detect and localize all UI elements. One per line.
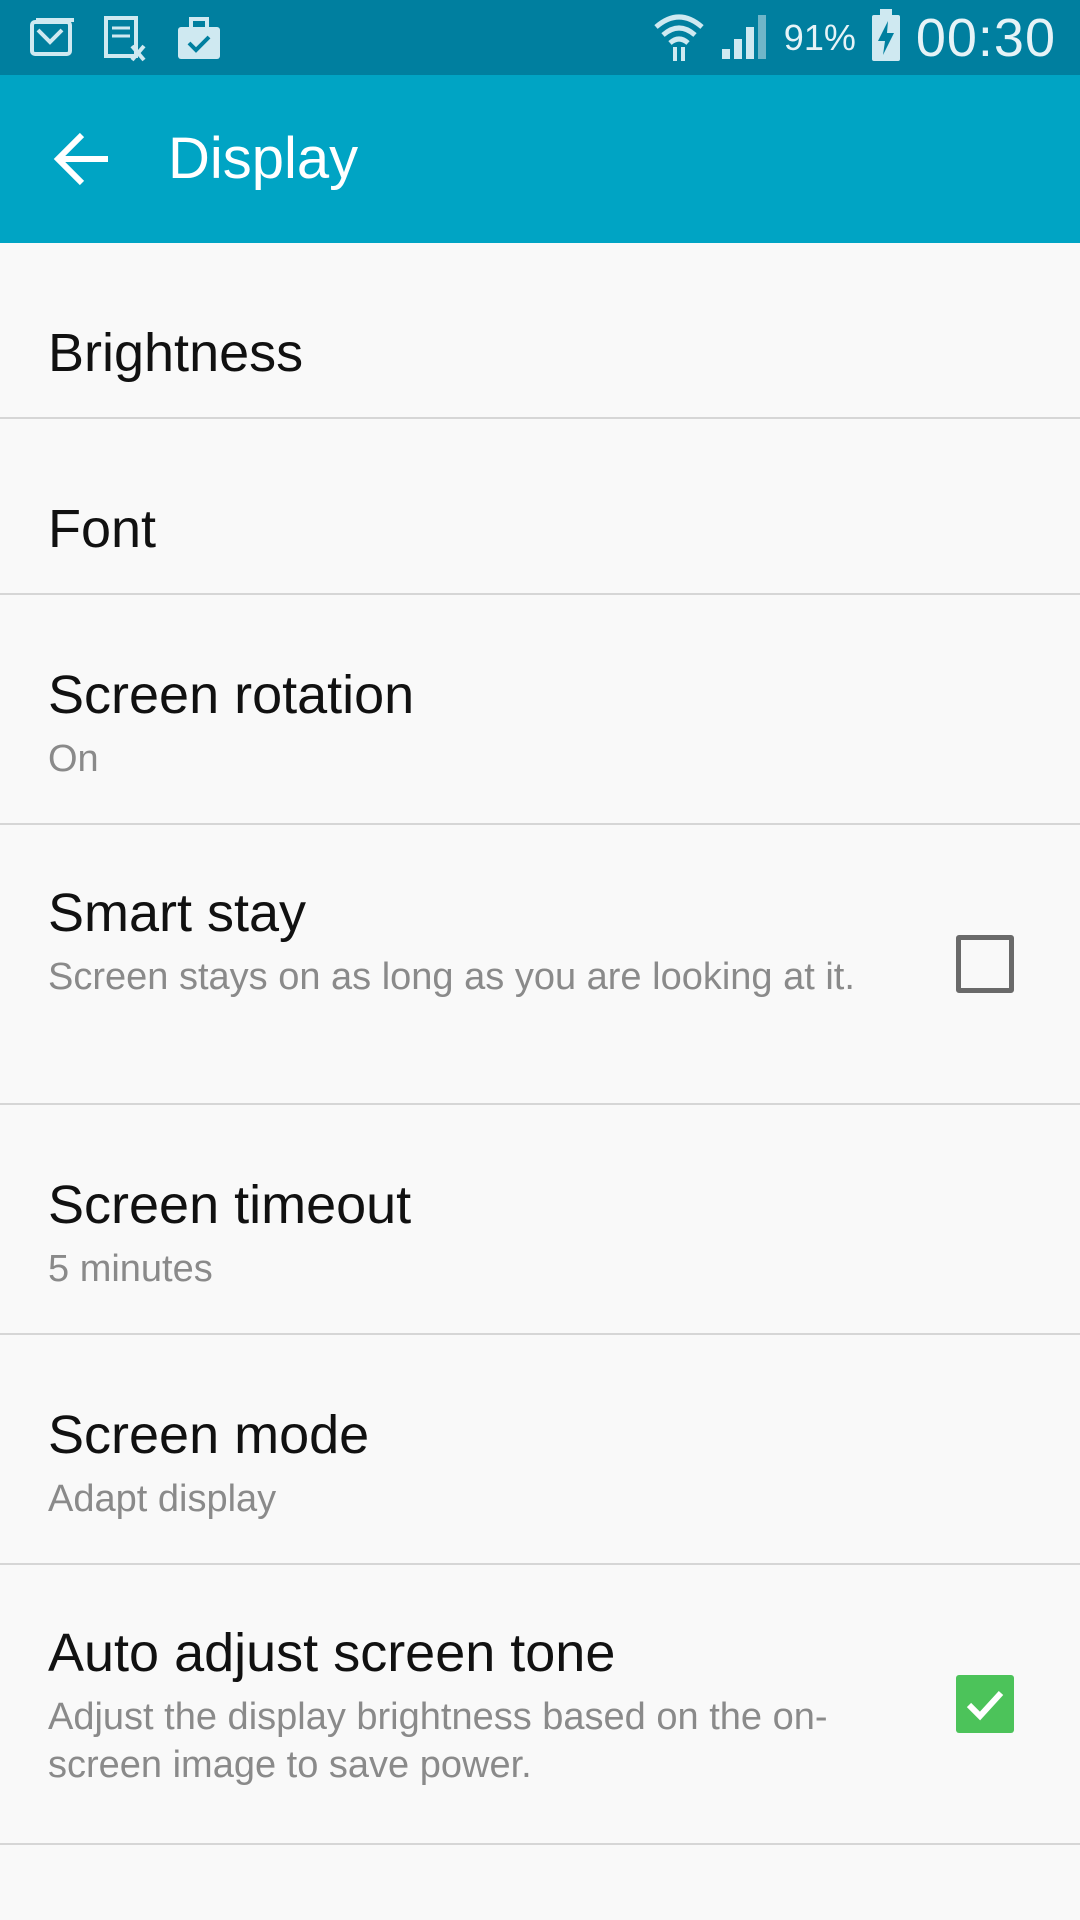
settings-list: Brightness Font Screen rotation On Smart… (0, 243, 1080, 1845)
setting-summary: 5 minutes (48, 1248, 213, 1290)
briefcase-check-icon (176, 17, 222, 66)
setting-label: Smart stay (48, 883, 307, 943)
setting-label: Brightness (48, 323, 304, 383)
page-title: Display (168, 126, 359, 191)
checkmark-icon (966, 1690, 1004, 1721)
app-bar: Display (0, 75, 1080, 243)
gmail-icon (30, 18, 76, 65)
setting-smart-stay[interactable]: Smart stay Screen stays on as long as yo… (0, 825, 1080, 1105)
setting-label: Screen mode (48, 1405, 370, 1465)
setting-label: Screen rotation (48, 665, 415, 725)
wifi-icon (652, 9, 706, 68)
setting-font[interactable]: Font (0, 419, 1080, 595)
setting-auto-adjust-screen-tone[interactable]: Auto adjust screen tone Adjust the displ… (0, 1565, 1080, 1845)
smart-stay-checkbox[interactable] (956, 935, 1014, 993)
setting-screen-mode[interactable]: Screen mode Adapt display (0, 1335, 1080, 1565)
battery-charging-icon (870, 8, 902, 68)
setting-brightness[interactable]: Brightness (0, 243, 1080, 419)
setting-label: Font (48, 499, 157, 559)
clock: 00:30 (915, 8, 1056, 68)
setting-summary: Screen stays on as long as you are looki… (48, 956, 855, 998)
setting-screen-rotation[interactable]: Screen rotation On (0, 595, 1080, 825)
system-icons: 91% 00:30 (652, 8, 1056, 68)
setting-screen-timeout[interactable]: Screen timeout 5 minutes (0, 1105, 1080, 1335)
arrow-back-icon[interactable] (52, 127, 116, 191)
auto-adjust-checkbox[interactable] (956, 1675, 1014, 1733)
notification-icons (30, 16, 222, 67)
setting-summary: On (48, 738, 99, 780)
setting-label: Screen timeout (48, 1175, 412, 1235)
document-icon (104, 16, 148, 67)
setting-summary: Adapt display (48, 1478, 277, 1520)
setting-summary: Adjust the display brightness based on t… (48, 1696, 828, 1786)
status-bar: 91% 00:30 (0, 0, 1080, 75)
battery-percent: 91% (783, 17, 856, 58)
signal-icon (720, 11, 770, 66)
setting-label: Auto adjust screen tone (48, 1623, 616, 1683)
